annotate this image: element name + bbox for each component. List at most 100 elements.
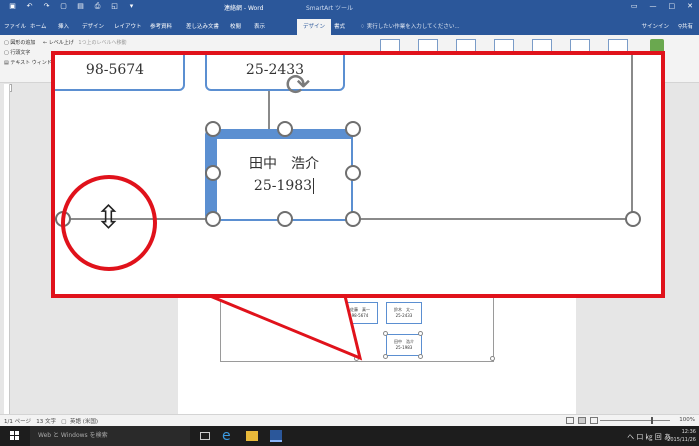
tell-me-text: 実行したい作業を入力してください... — [366, 24, 460, 30]
text-pane-button[interactable]: ▤ テキスト ウィンドウ — [4, 59, 57, 66]
proofing-icon[interactable]: ▢ — [61, 419, 66, 425]
context-tools-title: SmartArt ツール — [306, 5, 353, 12]
text-pane-label: テキスト ウィンドウ — [10, 60, 57, 66]
share-button[interactable]: ⚲共有 — [678, 22, 693, 30]
resize-handle-bottom[interactable] — [277, 211, 293, 227]
mini-frame-handle[interactable] — [354, 356, 359, 361]
bullet-icon: ▢ — [4, 50, 9, 56]
share-label: 共有 — [681, 24, 693, 30]
resize-handle-top-right[interactable] — [345, 121, 361, 137]
windows-start-icon[interactable] — [10, 431, 20, 441]
box1-number: 98-5674 — [351, 313, 369, 318]
clock[interactable]: 12:36 2015/11/26 — [667, 428, 696, 444]
resize-handle-top[interactable] — [277, 121, 293, 137]
zoom-level[interactable]: 100% — [679, 417, 695, 423]
resize-handle-top-left[interactable] — [205, 121, 221, 137]
system-tray[interactable]: へ 口 ㎏ 回 あ — [627, 432, 671, 442]
text-cursor — [313, 178, 315, 194]
vertical-ruler — [4, 84, 10, 414]
add-bullet-label: 行頭文字 — [10, 50, 31, 56]
minimize-button[interactable]: — — [650, 2, 657, 10]
taskbar-search[interactable]: Web と Windows を検索 — [30, 426, 190, 446]
close-button[interactable]: ✕ — [687, 2, 693, 10]
maximize-button[interactable]: □ — [669, 2, 676, 10]
print-preview-icon[interactable]: ◱ — [110, 2, 119, 11]
resize-handle-left[interactable] — [205, 165, 221, 181]
word-window: ▣ ↶ ↷ ▢ ▤ ⎙ ◱ ▾ 連絡網 - Word SmartArt ツール … — [0, 0, 699, 446]
mini-resize-handle[interactable] — [383, 354, 388, 359]
word-taskbar-icon[interactable] — [270, 430, 282, 442]
highlight-circle — [61, 175, 157, 271]
tab-design[interactable]: デザイン — [82, 22, 104, 30]
page-count[interactable]: 1/1 ページ — [4, 419, 31, 425]
tell-me-box[interactable]: ♢ 実行したい作業を入力してください... — [360, 22, 460, 30]
undo-icon[interactable]: ↶ — [25, 2, 34, 11]
clock-time: 12:36 — [681, 429, 696, 435]
add-bullet-button[interactable]: ▢ 行頭文字 — [4, 49, 30, 56]
taskbar: Web と Windows を検索 e へ 口 ㎏ 回 あ 12:36 2015… — [0, 426, 699, 446]
status-bar: 1/1 ページ 13 文字 ▢ 英語 (米国) 100% — [0, 414, 699, 426]
add-shape-button[interactable]: ▢ 図形の追加 ← レベル上げ 1つ上のレベルへ移動 — [4, 39, 127, 46]
tab-view[interactable]: 表示 — [254, 22, 265, 30]
tab-file[interactable]: ファイル — [4, 22, 26, 30]
sign-in-link[interactable]: サインイン — [641, 22, 669, 30]
tab-layout[interactable]: レイアウト — [114, 22, 142, 30]
resize-handle-right[interactable] — [345, 165, 361, 181]
redo-icon[interactable]: ↷ — [42, 2, 51, 11]
resize-handle-bottom-right[interactable] — [345, 211, 361, 227]
open-icon[interactable]: ▤ — [76, 2, 85, 11]
smartart-box-2[interactable]: 鈴木 太一 25-2433 — [386, 302, 422, 324]
edge-icon[interactable]: e — [222, 429, 236, 443]
level-up-hint: 1つ上のレベルへ移動 — [78, 40, 127, 46]
selected-number: 25-1983 — [253, 178, 313, 194]
zoom-magnifier: 98-5674 25-2433 ⟳ 田中 浩介 25-1983 ⇳ — [51, 51, 665, 298]
rotate-icon[interactable]: ⟳ — [281, 69, 315, 103]
mini-resize-handle[interactable] — [418, 331, 423, 336]
file-explorer-icon[interactable] — [246, 431, 258, 441]
task-view-icon[interactable] — [200, 432, 210, 440]
frame-border-line — [631, 55, 633, 220]
customize-qa-icon[interactable]: ▾ — [127, 2, 136, 11]
lightbulb-icon: ♢ — [360, 24, 367, 30]
org-box-top-left[interactable]: 98-5674 — [55, 55, 185, 91]
mini-resize-handle[interactable] — [383, 331, 388, 336]
mini-resize-handle[interactable] — [418, 354, 423, 359]
smartart-box-1[interactable]: 佐藤 真一 98-5674 — [342, 302, 378, 324]
add-shape-label: 図形の追加 — [10, 40, 36, 46]
level-up-label: レベル上げ — [48, 40, 74, 46]
zoom-slider[interactable] — [600, 420, 670, 421]
tab-smartart-design[interactable]: デザイン — [297, 19, 332, 35]
resize-handle-bottom-left[interactable] — [205, 211, 221, 227]
save-icon[interactable]: ▣ — [8, 2, 17, 11]
level-up-button[interactable]: ← レベル上げ — [43, 40, 74, 46]
word-count[interactable]: 13 文字 — [36, 419, 56, 425]
print-layout-icon[interactable] — [578, 417, 586, 424]
ribbon-display-icon[interactable]: ▭ — [631, 2, 638, 10]
tab-review[interactable]: 校閲 — [230, 22, 241, 30]
mini-frame-handle[interactable] — [490, 356, 495, 361]
quick-print-icon[interactable]: ⎙ — [93, 2, 102, 11]
text-pane-icon: ▤ — [4, 60, 9, 66]
zoom-slider-thumb[interactable] — [651, 417, 653, 424]
read-mode-icon[interactable] — [566, 417, 574, 424]
new-doc-icon[interactable]: ▢ — [59, 2, 68, 11]
org-box-selected[interactable]: 田中 浩介 25-1983 — [205, 129, 353, 221]
tab-home[interactable]: ホーム — [30, 22, 46, 30]
smartart-box-3-selected[interactable]: 田中 浩介 25-1983 — [386, 334, 422, 356]
web-layout-icon[interactable] — [590, 417, 598, 424]
tab-mailings[interactable]: 差し込み文書 — [186, 22, 219, 30]
box3-number: 25-1983 — [395, 345, 413, 350]
org-box-top-middle[interactable]: 25-2433 — [205, 55, 345, 91]
selected-name: 田中 浩介 — [249, 156, 319, 172]
tab-format[interactable]: 書式 — [334, 22, 345, 30]
document-title: 連絡網 - Word — [224, 5, 264, 12]
quick-access-toolbar: ▣ ↶ ↷ ▢ ▤ ⎙ ◱ ▾ — [8, 2, 136, 11]
tab-insert[interactable]: 挿入 — [58, 22, 69, 30]
clock-date: 2015/11/26 — [667, 437, 696, 443]
frame-handle-right[interactable] — [625, 211, 641, 227]
add-shape-icon: ▢ — [4, 40, 9, 46]
status-left: 1/1 ページ 13 文字 ▢ 英語 (米国) — [4, 417, 98, 425]
language[interactable]: 英語 (米国) — [70, 419, 98, 425]
selected-number-line: 25-1983 — [217, 175, 351, 197]
tab-references[interactable]: 参考資料 — [150, 22, 172, 30]
